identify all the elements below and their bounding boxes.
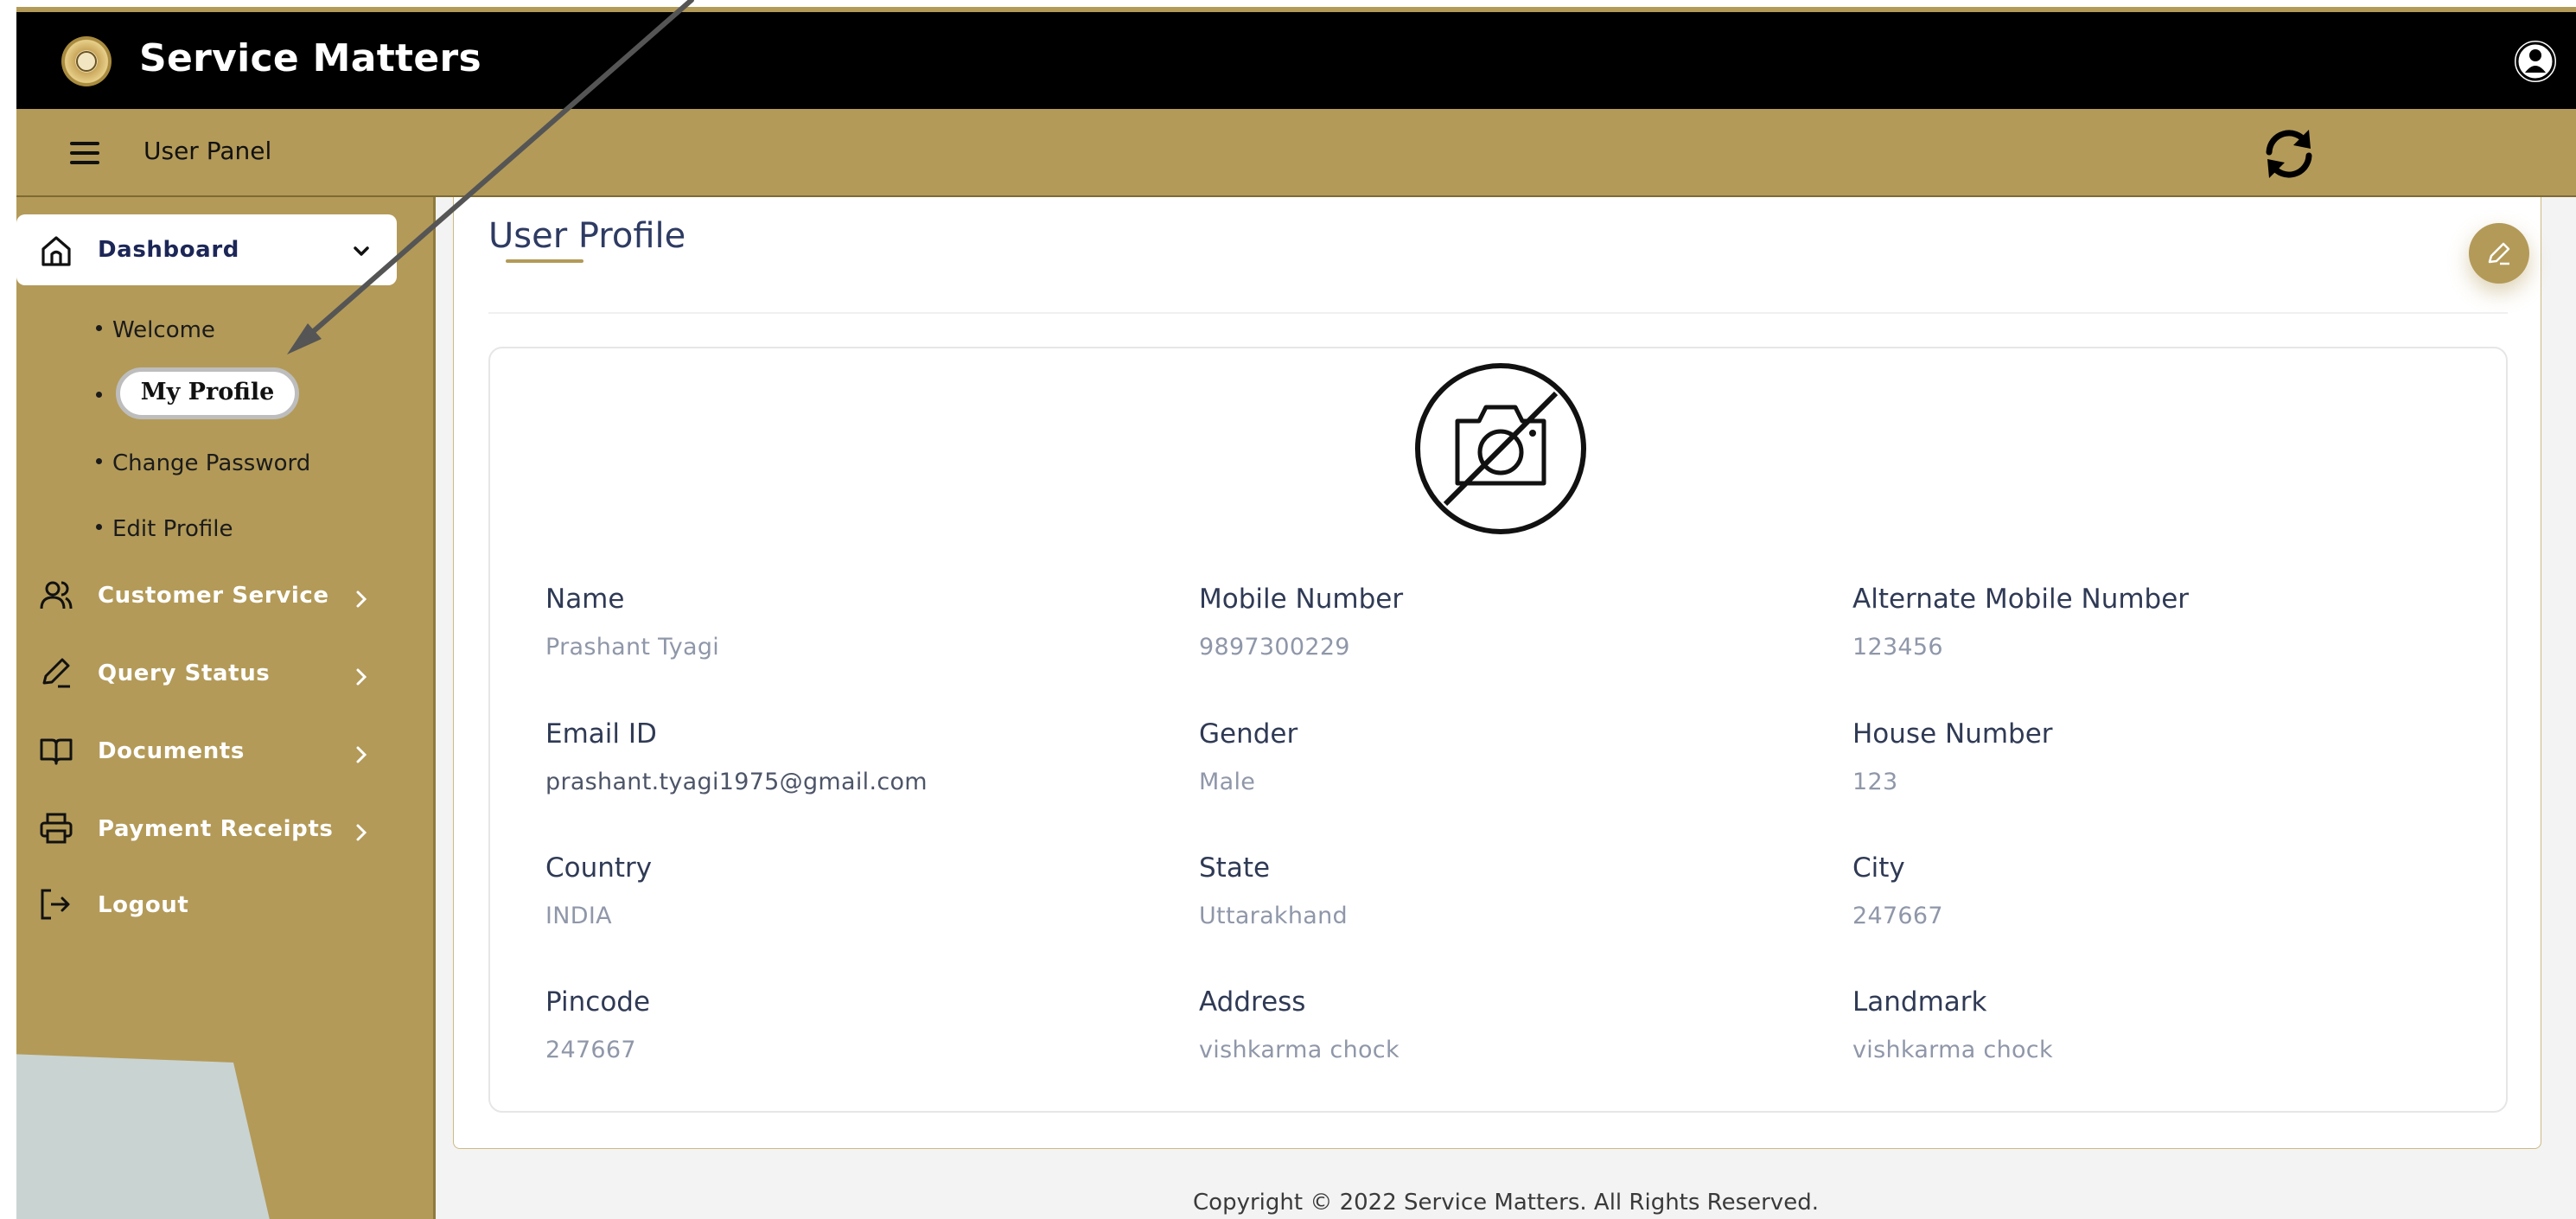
logout-icon xyxy=(41,889,70,920)
field-value-city: 247667 xyxy=(1852,903,1943,929)
submenu-item-change-password[interactable]: Change Password xyxy=(96,450,310,476)
chevron-right-icon[interactable] xyxy=(350,744,373,766)
field-label-city: City xyxy=(1852,852,1905,884)
no-photo-camera-icon xyxy=(1415,363,1586,534)
title-underline xyxy=(506,259,583,263)
field-label-house-number: House Number xyxy=(1852,718,2053,750)
field-label-mobile: Mobile Number xyxy=(1199,584,1404,615)
submenu-label: Change Password xyxy=(112,450,311,476)
profile-card: User Profile Name Prashant Tyagi Mobile … xyxy=(453,197,2541,1149)
field-label-pincode: Pincode xyxy=(545,986,651,1018)
field-value-house-number: 123 xyxy=(1852,769,1898,795)
submenu-label: Edit Profile xyxy=(112,516,233,542)
panel-label: User Panel xyxy=(143,137,272,165)
chevron-right-icon[interactable] xyxy=(350,821,373,844)
field-value-address: vishkarma chock xyxy=(1199,1037,1400,1063)
main-content: User Profile Name Prashant Tyagi Mobile … xyxy=(436,197,2576,1219)
pencil-icon xyxy=(42,658,70,688)
emblem-logo-icon[interactable] xyxy=(61,36,112,86)
submenu-label: Welcome xyxy=(112,317,215,343)
profile-details: Name Prashant Tyagi Mobile Number 989730… xyxy=(488,347,2508,1113)
app-frame: Service Matters User Panel Dashboard Wel… xyxy=(16,7,2576,1219)
sidebar-item-label: Dashboard xyxy=(98,237,239,263)
sidebar-item-query-status[interactable]: Query Status xyxy=(98,661,270,686)
home-icon xyxy=(41,236,71,266)
field-label-name: Name xyxy=(545,584,625,615)
chevron-right-icon[interactable] xyxy=(350,588,373,610)
field-label-alt-mobile: Alternate Mobile Number xyxy=(1852,584,2190,615)
sub-header: User Panel xyxy=(16,109,2576,197)
sidebar-item-payment-receipts[interactable]: Payment Receipts xyxy=(98,816,334,842)
users-icon xyxy=(40,581,73,610)
field-label-gender: Gender xyxy=(1199,718,1298,750)
top-navbar: Service Matters xyxy=(16,12,2576,109)
chevron-down-icon[interactable] xyxy=(350,240,373,263)
edit-profile-button[interactable] xyxy=(2469,223,2529,284)
sidebar-item-dashboard[interactable]: Dashboard xyxy=(16,214,397,285)
app-title[interactable]: Service Matters xyxy=(139,36,481,80)
field-value-gender: Male xyxy=(1199,769,1256,795)
submenu-bullet xyxy=(96,384,112,410)
user-circle-icon[interactable] xyxy=(2512,38,2559,85)
field-label-country: Country xyxy=(545,852,653,884)
printer-icon xyxy=(40,813,73,844)
field-value-mobile: 9897300229 xyxy=(1199,634,1350,661)
book-icon xyxy=(40,738,73,765)
field-label-email: Email ID xyxy=(545,718,657,750)
sidebar-item-logout[interactable]: Logout xyxy=(98,892,188,918)
sidebar-item-customer-service[interactable]: Customer Service xyxy=(98,583,329,609)
sidebar-item-documents[interactable]: Documents xyxy=(98,738,245,764)
submenu-item-edit-profile[interactable]: Edit Profile xyxy=(96,516,233,542)
field-value-name: Prashant Tyagi xyxy=(545,634,720,661)
field-value-state: Uttarakhand xyxy=(1199,903,1348,929)
field-value-email: prashant.tyagi1975@gmail.com xyxy=(545,769,928,795)
field-value-landmark: vishkarma chock xyxy=(1852,1037,2053,1063)
refresh-icon[interactable] xyxy=(2259,123,2319,183)
submenu-item-welcome[interactable]: Welcome xyxy=(96,317,215,343)
hamburger-menu-icon[interactable] xyxy=(70,142,99,164)
page-title: User Profile xyxy=(488,216,686,256)
field-label-state: State xyxy=(1199,852,1271,884)
field-label-address: Address xyxy=(1199,986,1306,1018)
divider xyxy=(488,312,2508,314)
submenu-item-my-profile[interactable]: My Profile xyxy=(116,367,299,419)
chevron-right-icon[interactable] xyxy=(350,666,373,688)
field-value-country: INDIA xyxy=(545,903,612,929)
field-value-pincode: 247667 xyxy=(545,1037,636,1063)
field-label-landmark: Landmark xyxy=(1852,986,1987,1018)
field-value-alt-mobile: 123456 xyxy=(1852,634,1943,661)
edit-pencil-icon xyxy=(2488,242,2510,265)
footer-copyright: Copyright © 2022 Service Matters. All Ri… xyxy=(1193,1190,1819,1216)
